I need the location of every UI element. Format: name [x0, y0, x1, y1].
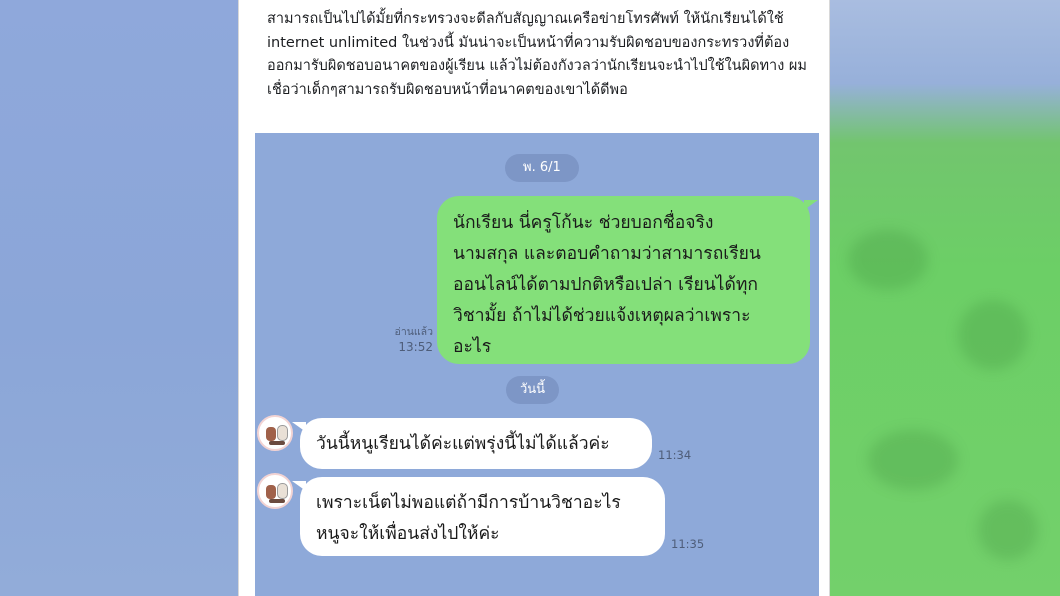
chat-screenshot: พ. 6/1 อ่านแล้ว 13:52 นักเรียน นี่ครูโก้…: [255, 133, 819, 596]
incoming-time: 11:34: [658, 448, 692, 462]
blurred-background-right: [828, 0, 1060, 596]
date-badge: พ. 6/1: [505, 154, 579, 182]
outgoing-time: 13:52: [398, 340, 433, 354]
incoming-time: 11:35: [671, 537, 705, 551]
incoming-message-bubble[interactable]: วันนี้หนูเรียนได้ค่ะแต่พรุ่งนี้ไม่ได้แล้…: [292, 418, 652, 469]
sender-avatar[interactable]: [257, 415, 293, 451]
post-card: สามารถเป็นไปได้มั้ยที่กระทรวงจะดีลกับสัญ…: [238, 0, 830, 596]
incoming-message-bubble[interactable]: เพราะเน็ตไม่พอแต่ถ้ามีการบ้านวิชาอะไร หน…: [292, 477, 665, 556]
date-badge-today: วันนี้: [506, 376, 560, 404]
read-label: อ่านแล้ว: [394, 326, 433, 338]
outgoing-message-bubble[interactable]: นักเรียน นี่ครูโก้นะ ช่วยบอกชื่อจริง นาม…: [437, 196, 818, 364]
sender-avatar[interactable]: [257, 473, 293, 509]
blurred-background-left: [0, 0, 238, 596]
read-receipt: อ่านแล้ว 13:52: [385, 325, 433, 355]
post-text: สามารถเป็นไปได้มั้ยที่กระทรวงจะดีลกับสัญ…: [267, 11, 807, 98]
